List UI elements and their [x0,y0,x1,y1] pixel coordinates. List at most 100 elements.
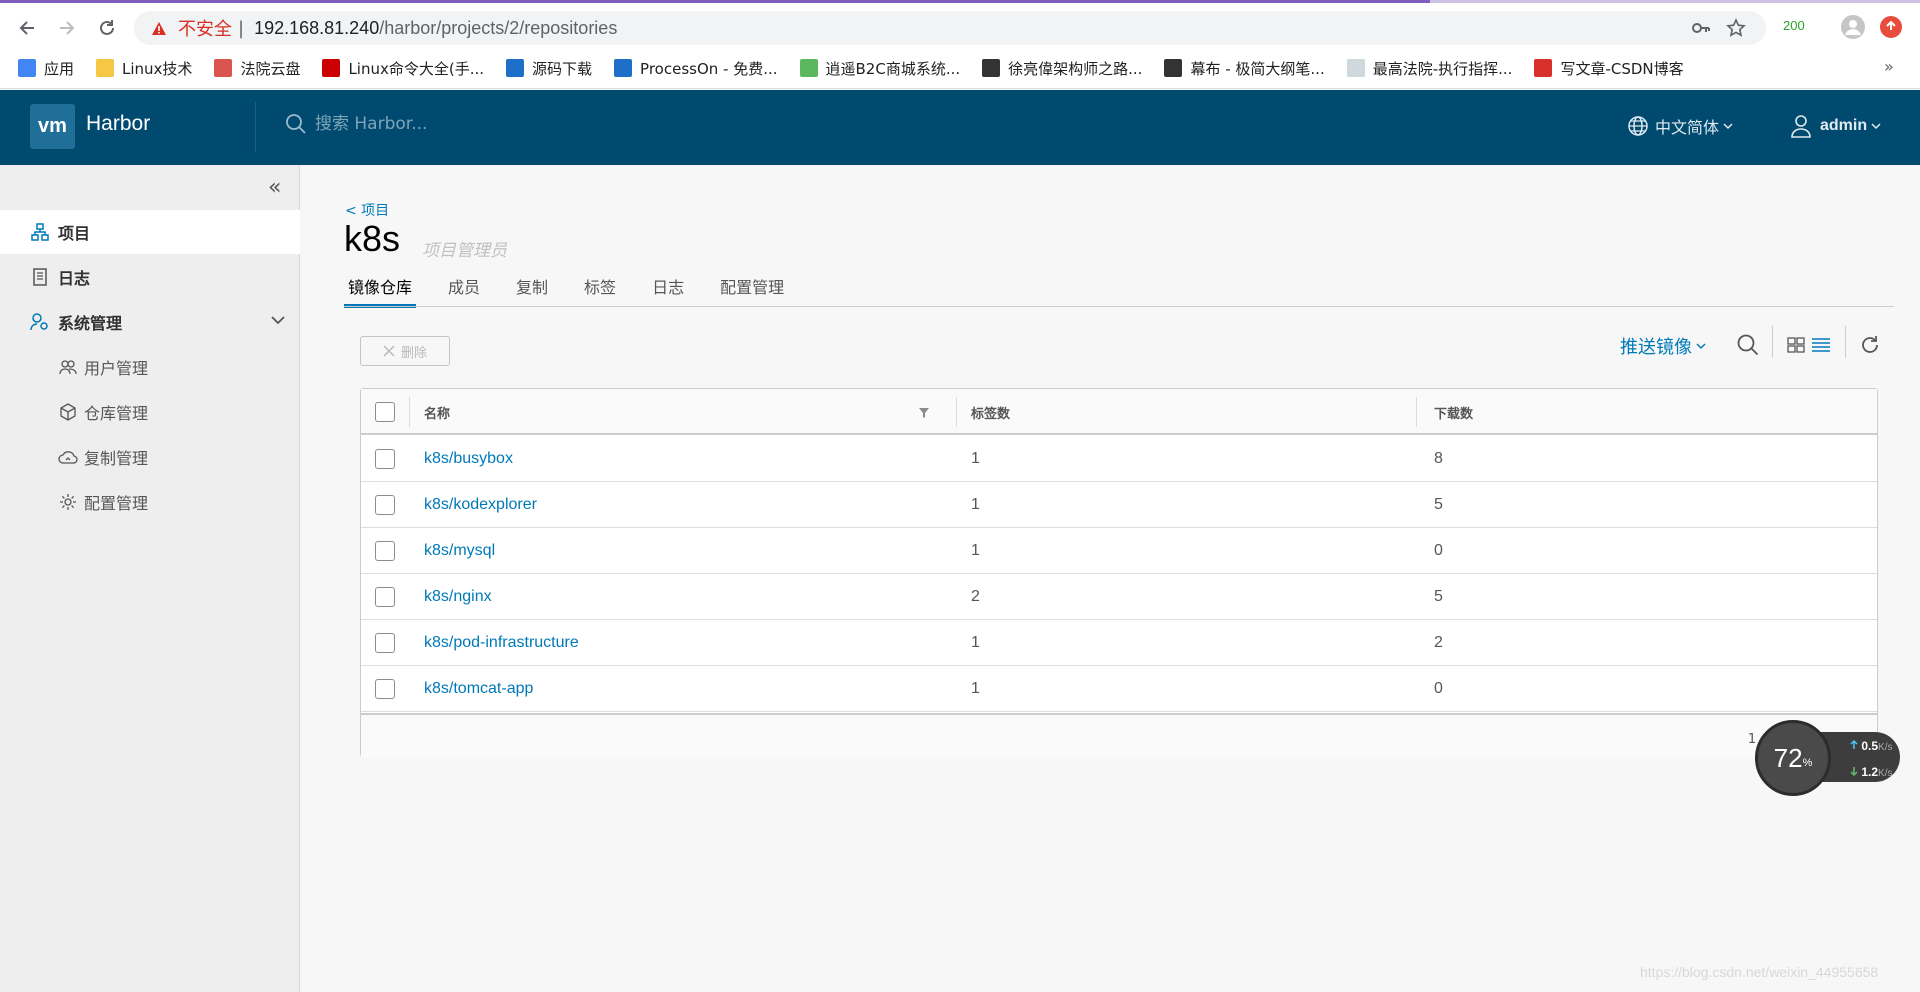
bookmark-item[interactable]: 应用 [18,58,74,79]
back-button[interactable] [12,13,42,43]
bookmark-item[interactable]: 法院云盘 [214,58,300,79]
row-checkbox[interactable] [375,541,395,561]
pull-count: 5 [1434,587,1443,605]
tab-replication[interactable]: 复制 [512,270,552,308]
sidebar-item-replication[interactable]: 复制管理 [0,435,300,479]
bookmark-label: 逍遥B2C商城系统... [825,59,961,78]
registry-icon [58,402,78,422]
sidebar-item-label: 项目 [58,224,91,243]
refresh-button[interactable] [1857,332,1883,358]
project-role: 项目管理员 [422,241,507,261]
source-code-icon [506,59,525,77]
repository-name-link[interactable]: k8s/busybox [424,436,513,481]
key-icon[interactable] [1689,17,1713,39]
delete-button[interactable]: 删除 [360,336,450,366]
sidebar-item-settings[interactable]: 配置管理 [0,480,300,524]
tag-count: 1 [971,633,980,651]
table-row: k8s/pod-infrastructure 1 2 [361,620,1877,666]
language-selector[interactable]: 中文简体 [1627,114,1733,138]
bookmark-star-icon[interactable] [1724,17,1748,39]
bookmark-label: 徐亮偉架构师之路... [1008,59,1143,78]
search-input[interactable] [315,114,615,134]
row-checkbox[interactable] [375,679,395,699]
row-checkbox[interactable] [375,495,395,515]
column-header-name[interactable]: 名称 [424,389,450,435]
reload-button[interactable] [92,13,122,43]
table-row: k8s/busybox 1 8 [361,436,1877,482]
toolbar-divider [1845,326,1846,358]
chevron-down-icon [1723,123,1733,130]
repository-name-link[interactable]: k8s/mysql [424,528,495,573]
filter-icon[interactable] [918,407,930,419]
card-view-button[interactable] [1783,332,1809,358]
watermark: https://blog.csdn.net/weixin_44955658 [1640,964,1879,980]
app-name[interactable]: Harbor [86,112,150,136]
delete-label: 删除 [400,345,427,361]
close-icon [383,345,395,357]
sidebar-item-users[interactable]: 用户管理 [0,345,300,389]
bookmark-item[interactable]: 源码下载 [506,58,592,79]
collapse-sidebar-icon[interactable]: « [268,175,281,200]
bookmark-label: 最高法院-执行指挥... [1372,59,1513,78]
push-image-button[interactable]: 推送镜像 [1620,333,1706,359]
bookmark-item[interactable]: 最高法院-执行指挥... [1346,58,1513,79]
bookmark-item[interactable]: 徐亮偉架构师之路... [982,58,1142,79]
column-divider [1416,397,1417,427]
arrow-down-icon [1850,767,1858,777]
column-header-pulls[interactable]: 下载数 [1434,389,1473,435]
bookmark-item[interactable]: 幕布 - 极简大纲笔... [1164,58,1325,79]
sidebar-item-logs[interactable]: 日志 [0,255,300,299]
network-speed-widget[interactable]: 72% 0.5K/s 1.2K/s [1755,720,1900,796]
extension-badge[interactable]: 200 [1783,18,1805,33]
select-all-checkbox[interactable] [375,402,395,422]
search-icon [286,114,306,134]
bookmark-label: Linux技术 [122,59,193,78]
table-row: k8s/kodexplorer 1 5 [361,482,1877,528]
address-bar[interactable]: 不安全 | 192.168.81.240 /harbor/projects/2/… [134,11,1766,45]
bookmark-item[interactable]: ProcessOn - 免费... [614,58,778,79]
admin-icon [30,312,50,332]
bookmark-item[interactable]: 逍遥B2C商城系统... [799,58,961,79]
bookmark-label: 幕布 - 极简大纲笔... [1190,59,1325,78]
browser-toolbar: 不安全 | 192.168.81.240 /harbor/projects/2/… [0,3,1920,89]
vmware-logo[interactable]: vm [30,104,75,149]
sidebar-item-projects[interactable]: 项目 [0,210,300,254]
bookmark-item[interactable]: Linux技术 [96,58,192,79]
filter-search-button[interactable] [1735,332,1761,358]
more-bookmarks-icon[interactable]: » [1884,57,1894,76]
tabs-divider [344,306,1894,307]
security-status[interactable]: 不安全 [178,15,232,41]
tab-configuration[interactable]: 配置管理 [716,270,788,308]
profile-avatar[interactable] [1841,15,1865,39]
repository-name-link[interactable]: k8s/nginx [424,574,492,619]
repository-name-link[interactable]: k8s/pod-infrastructure [424,620,579,665]
tab-members[interactable]: 成员 [444,270,484,308]
username: admin [1820,117,1868,134]
bookmark-item[interactable]: Linux命令大全(手... [322,58,484,79]
tab-labels[interactable]: 标签 [580,270,620,308]
arrow-right-icon [60,21,75,35]
list-view-button[interactable] [1808,332,1834,358]
forward-button[interactable] [52,13,82,43]
sidebar-item-admin[interactable]: 系统管理 [0,300,300,344]
sidebar-sub-label: 配置管理 [84,494,149,513]
chevron-down-icon[interactable] [270,312,286,328]
bookmark-item[interactable]: 写文章-CSDN博客 [1534,58,1684,79]
bookmark-label: ProcessOn - 免费... [640,59,778,78]
row-checkbox[interactable] [375,587,395,607]
back-to-projects-link[interactable]: < 项目 [345,200,389,220]
apps-grid-icon [18,59,36,77]
tab-repositories[interactable]: 镜像仓库 [344,270,417,308]
table-row: k8s/mysql 1 0 [361,528,1877,574]
sidebar-item-registries[interactable]: 仓库管理 [0,390,300,434]
column-header-tags[interactable]: 标签数 [971,389,1010,435]
table-row: k8s/tomcat-app 1 0 [361,666,1877,712]
update-extension-icon[interactable] [1880,16,1902,38]
repository-name-link[interactable]: k8s/kodexplorer [424,482,537,527]
tag-count: 1 [971,449,980,467]
row-checkbox[interactable] [375,633,395,653]
row-checkbox[interactable] [375,449,395,469]
user-menu[interactable]: admin [1790,114,1881,138]
tab-logs[interactable]: 日志 [648,270,688,308]
repository-name-link[interactable]: k8s/tomcat-app [424,666,533,711]
